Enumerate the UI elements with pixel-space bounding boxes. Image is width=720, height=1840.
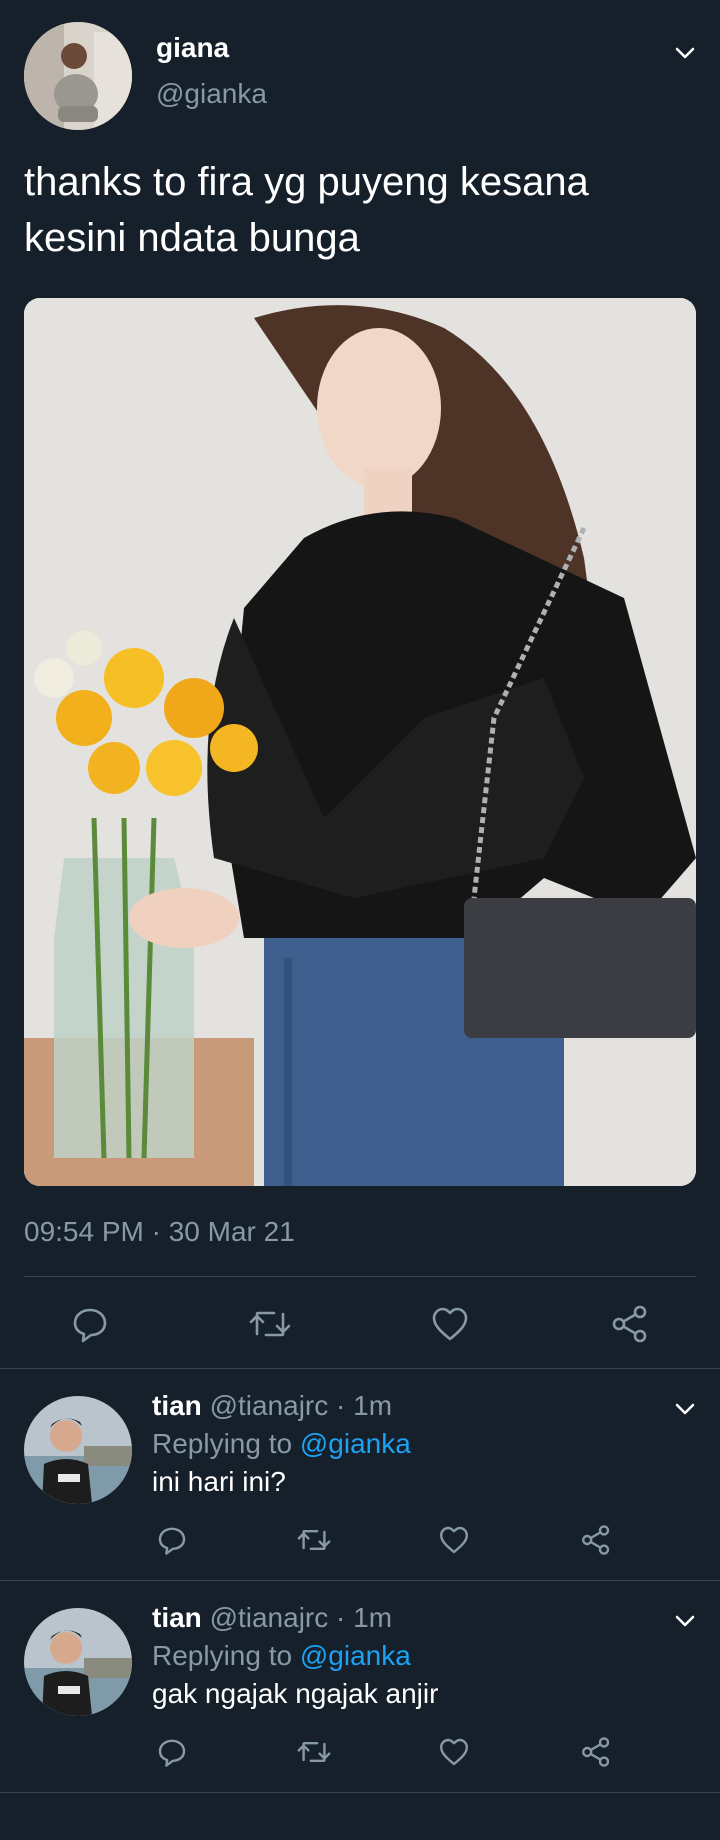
author-handle[interactable]: @gianka	[156, 78, 267, 110]
reply-header: tian @tianajrc · 1m	[152, 1388, 392, 1424]
reply-author-name[interactable]: tian	[152, 1390, 202, 1421]
chevron-down-icon[interactable]	[672, 1608, 698, 1639]
reply-icon[interactable]	[152, 1732, 192, 1772]
divider	[0, 1792, 720, 1793]
replying-to: Replying to @gianka	[152, 1426, 411, 1462]
replying-to-link[interactable]: @gianka	[300, 1428, 411, 1459]
author-name[interactable]: giana	[156, 32, 229, 64]
share-icon[interactable]	[606, 1300, 654, 1348]
reply-header: tian @tianajrc · 1m	[152, 1600, 392, 1636]
share-icon[interactable]	[576, 1520, 616, 1560]
like-icon[interactable]	[434, 1520, 474, 1560]
replying-to-link[interactable]: @gianka	[300, 1640, 411, 1671]
tweet-photo[interactable]	[24, 298, 696, 1186]
divider	[0, 1368, 720, 1369]
reply-avatar[interactable]	[24, 1396, 132, 1504]
retweet-icon[interactable]	[294, 1520, 334, 1560]
like-icon[interactable]	[426, 1300, 474, 1348]
reply-time: · 1m	[336, 1602, 393, 1633]
reply-author-handle[interactable]: @tianajrc	[210, 1390, 329, 1421]
reply-text: ini hari ini?	[152, 1466, 286, 1497]
reply-author-handle[interactable]: @tianajrc	[210, 1602, 329, 1633]
retweet-icon[interactable]	[246, 1300, 294, 1348]
replying-to-label: Replying to	[152, 1640, 293, 1671]
reply-text: gak ngajak ngajak anjir	[152, 1678, 439, 1709]
replying-to: Replying to @gianka	[152, 1638, 411, 1674]
tweet-text: thanks to fira yg puyeng kesana kesini n…	[24, 154, 704, 266]
reply-author-name[interactable]: tian	[152, 1602, 202, 1633]
like-icon[interactable]	[434, 1732, 474, 1772]
divider	[0, 1580, 720, 1581]
author-avatar[interactable]	[24, 22, 132, 130]
retweet-icon[interactable]	[294, 1732, 334, 1772]
divider	[24, 1276, 696, 1277]
chevron-down-icon[interactable]	[672, 1396, 698, 1427]
reply-icon[interactable]	[152, 1520, 192, 1560]
chevron-down-icon[interactable]	[672, 40, 698, 71]
reply-icon[interactable]	[66, 1300, 114, 1348]
tweet-text-line: thanks to fira yg puyeng kesana	[24, 160, 589, 204]
tweet-timestamp: 09:54 PM · 30 Mar 21	[24, 1216, 295, 1247]
tweet-text-line: kesini ndata bunga	[24, 216, 360, 260]
replying-to-label: Replying to	[152, 1428, 293, 1459]
reply-time: · 1m	[336, 1390, 393, 1421]
reply-avatar[interactable]	[24, 1608, 132, 1716]
share-icon[interactable]	[576, 1732, 616, 1772]
